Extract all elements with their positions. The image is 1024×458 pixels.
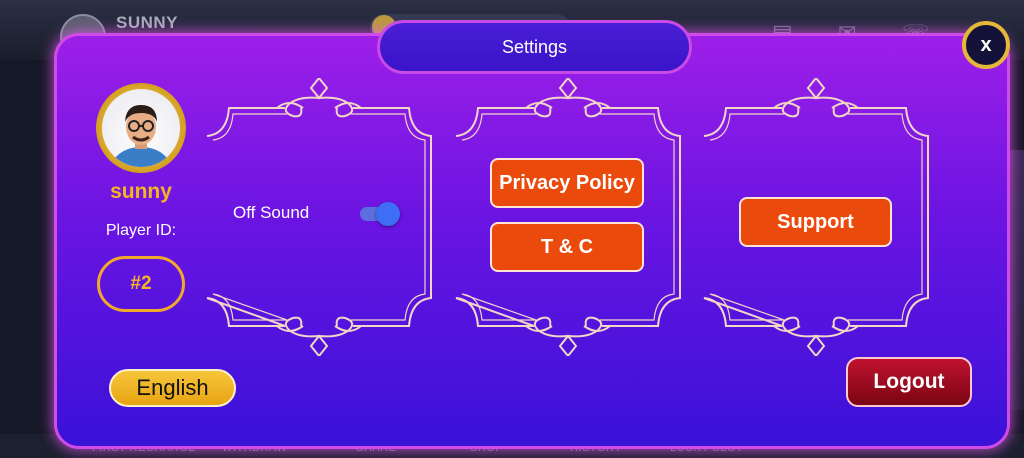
player-id-label: Player ID:: [105, 222, 177, 239]
ornate-frame-icon: [455, 78, 681, 356]
support-button[interactable]: Support: [739, 197, 892, 247]
modal-title: Settings: [501, 36, 568, 57]
privacy-policy-label: Privacy Policy: [499, 171, 635, 194]
background-player-name: SUNNY: [116, 13, 179, 32]
language-label: English: [136, 375, 209, 400]
player-name: sunny: [110, 180, 172, 203]
sound-toggle[interactable]: [360, 202, 400, 226]
close-button[interactable]: x: [962, 21, 1010, 69]
privacy-policy-button[interactable]: Privacy Policy: [490, 158, 644, 208]
terms-button[interactable]: T & C: [490, 222, 644, 272]
close-icon: x: [980, 33, 992, 56]
avatar[interactable]: [96, 83, 186, 173]
support-label: Support: [777, 210, 854, 233]
modal-title-bar: Settings: [377, 20, 692, 74]
player-id-badge: #2: [97, 256, 185, 312]
language-button[interactable]: English: [109, 369, 236, 407]
toggle-knob: [376, 202, 400, 226]
sound-toggle-label: Off Sound: [233, 203, 310, 222]
player-avatar-icon: [102, 89, 180, 167]
terms-label: T & C: [540, 235, 594, 258]
logout-button[interactable]: Logout: [846, 357, 972, 407]
logout-label: Logout: [873, 370, 945, 393]
policy-panel: [452, 78, 684, 356]
player-id-value: #2: [130, 273, 152, 294]
background-side-banner: [1008, 150, 1024, 410]
